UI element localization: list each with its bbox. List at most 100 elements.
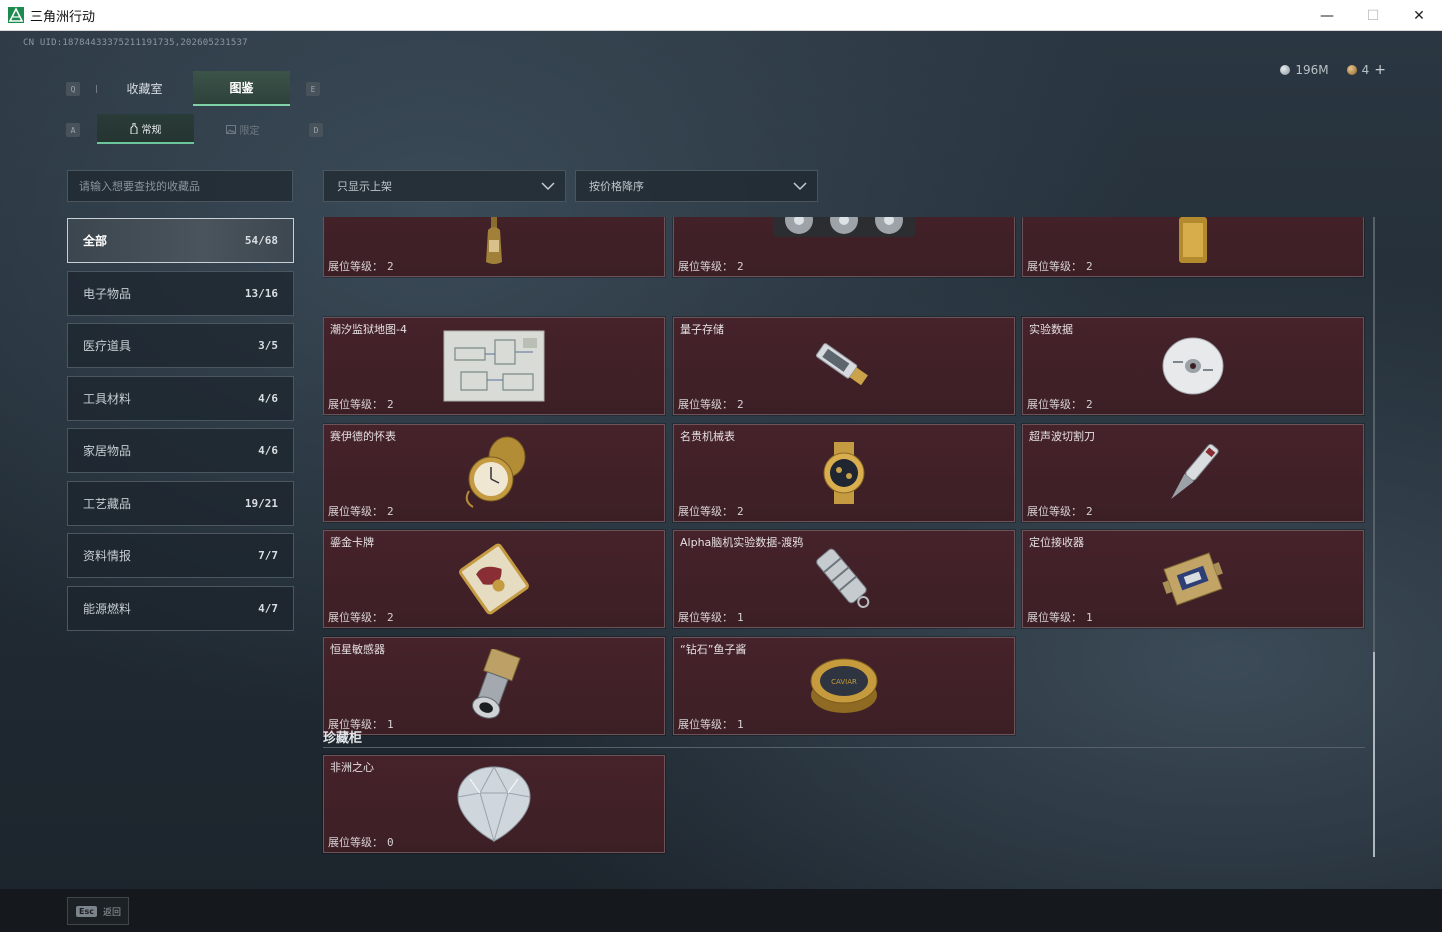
item-name: 潮汐监狱地图-4 <box>330 323 407 336</box>
item-name: 量子存储 <box>680 323 724 336</box>
category-intel[interactable]: 资料情报 7/7 <box>67 533 294 578</box>
item-card[interactable]: 鎏金卡牌 展位等级： 2 <box>323 529 666 629</box>
item-card[interactable]: 展位等级： 2 <box>672 217 1016 278</box>
gold-bar-icon <box>1179 217 1207 263</box>
item-card[interactable]: 展位等级： 2 <box>323 217 666 278</box>
tab-limited[interactable]: 限定 <box>194 114 291 144</box>
key-hint-a: A <box>66 123 80 137</box>
currency-bronze: 4 + <box>1346 62 1386 78</box>
scrollbar-thumb[interactable] <box>1373 652 1375 857</box>
category-all[interactable]: 全部 54/68 <box>67 218 294 263</box>
caviar-label: CAVIAR <box>831 678 857 686</box>
item-card[interactable]: Alpha脑机实验数据-渡鸦 展位等级： 1 <box>672 529 1016 629</box>
chevron-down-icon <box>541 182 555 191</box>
item-card[interactable]: 潮汐监狱地图-4 展位等级： 2 <box>323 316 666 416</box>
window-title: 三角洲行动 <box>30 9 96 25</box>
minimize-button[interactable]: — <box>1304 0 1350 31</box>
main-tabs: 收藏室 图鉴 <box>96 71 290 106</box>
item-name: 超声波切割刀 <box>1029 430 1095 443</box>
item-card[interactable]: 超声波切割刀 展位等级： 2 <box>1021 423 1365 523</box>
currency-bronze-value: 4 <box>1361 63 1370 77</box>
item-card[interactable]: 名贵机械表 展位等级： 2 <box>672 423 1016 523</box>
category-count: 19/21 <box>244 496 278 510</box>
category-household[interactable]: 家居物品 4/6 <box>67 428 294 473</box>
item-level: 展位等级： 2 <box>328 260 394 273</box>
add-currency-button[interactable]: + <box>1374 62 1386 78</box>
esc-key-hint: Esc <box>76 905 97 917</box>
category-label: 全部 <box>83 234 108 248</box>
player-uid: CN UID:18784433375211191735,202605231537 <box>23 38 248 48</box>
tab-regular[interactable]: 常规 <box>97 114 194 144</box>
category-electronics[interactable]: 电子物品 13/16 <box>67 270 294 316</box>
maximize-button[interactable]: ☐ <box>1350 0 1396 31</box>
back-button[interactable]: Esc 返回 <box>67 897 129 925</box>
category-list: 全部 54/68 电子物品 13/16 医疗道具 3/5 工具材料 4/6 家居… <box>67 218 294 638</box>
category-count: 4/7 <box>258 601 278 615</box>
back-label: 返回 <box>102 907 121 918</box>
item-name: 恒星敏感器 <box>330 643 385 656</box>
item-level: 展位等级： 2 <box>328 505 394 518</box>
display-filter-dropdown[interactable]: 只显示上架 <box>323 170 566 202</box>
silver-coin-icon <box>1280 65 1291 75</box>
image-icon <box>225 124 236 134</box>
item-card[interactable]: 赛伊德的怀表 展位等级： 2 <box>323 423 666 523</box>
category-label: 资料情报 <box>83 549 132 563</box>
sort-dropdown[interactable]: 按价格降序 <box>575 170 818 202</box>
category-energy[interactable]: 能源燃料 4/7 <box>67 585 294 631</box>
category-label: 能源燃料 <box>83 601 132 616</box>
category-label: 工具材料 <box>83 391 132 406</box>
item-card[interactable]: 量子存储 展位等级： 2 <box>672 316 1016 416</box>
item-name: 实验数据 <box>1029 323 1073 336</box>
item-level: 展位等级： 2 <box>1027 505 1093 518</box>
key-hint-q: Q <box>66 82 80 96</box>
item-card[interactable]: 恒星敏感器 展位等级： 1 <box>323 636 666 736</box>
data-canister-icon <box>816 548 870 608</box>
category-count: 3/5 <box>258 339 278 352</box>
item-name: Alpha脑机实验数据-渡鸦 <box>680 536 804 549</box>
disc-icon <box>1162 337 1224 395</box>
item-card[interactable]: “钻石”鱼子酱 CAVIAR 展位等级： 1 <box>672 636 1016 736</box>
item-level: 展位等级： 2 <box>328 611 394 624</box>
item-name: “钻石”鱼子酱 <box>680 643 747 656</box>
search-input[interactable] <box>67 170 293 202</box>
ultrasonic-knife-icon <box>1171 443 1219 500</box>
category-label: 医疗道具 <box>83 339 132 353</box>
item-level: 展位等级： 2 <box>678 260 744 273</box>
wristwatch-icon <box>823 442 865 504</box>
item-name: 非洲之心 <box>330 761 374 774</box>
category-crafts[interactable]: 工艺藏品 19/21 <box>67 480 294 526</box>
category-count: 4/6 <box>258 391 278 405</box>
grid-scrollbar[interactable] <box>1373 217 1375 857</box>
item-card[interactable]: 定位接收器 展位等级： 1 <box>1021 529 1365 629</box>
bottle-icon <box>486 217 502 264</box>
category-count: 54/68 <box>244 234 278 247</box>
window-titlebar: 三角洲行动 — ☐ ✕ <box>0 0 1442 31</box>
close-button[interactable]: ✕ <box>1396 0 1442 31</box>
item-level: 展位等级： 2 <box>328 398 394 411</box>
diamond-icon <box>457 765 531 843</box>
item-level: 展位等级： 1 <box>678 718 744 731</box>
item-level: 展位等级： 2 <box>678 398 744 411</box>
item-name: 赛伊德的怀表 <box>330 430 396 443</box>
item-level: 展位等级： 2 <box>678 505 744 518</box>
receiver-icon <box>1162 552 1223 606</box>
tab-collection-room[interactable]: 收藏室 <box>96 71 193 106</box>
category-count: 4/6 <box>258 444 278 457</box>
item-level: 展位等级： 1 <box>1027 611 1093 624</box>
category-label: 电子物品 <box>83 286 132 301</box>
item-name: 定位接收器 <box>1029 536 1084 549</box>
game-viewport: CN UID:18784433375211191735,202605231537… <box>0 31 1442 932</box>
item-card[interactable]: 实验数据 展位等级： 2 <box>1021 316 1365 416</box>
category-medical[interactable]: 医疗道具 3/5 <box>67 323 294 368</box>
category-label: 家居物品 <box>83 444 132 458</box>
item-level: 展位等级： 2 <box>1027 260 1093 273</box>
category-tools[interactable]: 工具材料 4/6 <box>67 375 294 421</box>
item-card[interactable]: 展位等级： 2 <box>1021 217 1365 278</box>
section-divider <box>323 747 1365 748</box>
graphics-card-icon <box>773 217 915 238</box>
item-card[interactable]: 非洲之心 展位等级： 0 <box>322 754 666 854</box>
chevron-down-icon <box>793 182 807 191</box>
item-name: 名贵机械表 <box>680 430 735 443</box>
tab-catalog[interactable]: 图鉴 <box>193 71 290 106</box>
key-hint-d: D <box>309 123 323 137</box>
